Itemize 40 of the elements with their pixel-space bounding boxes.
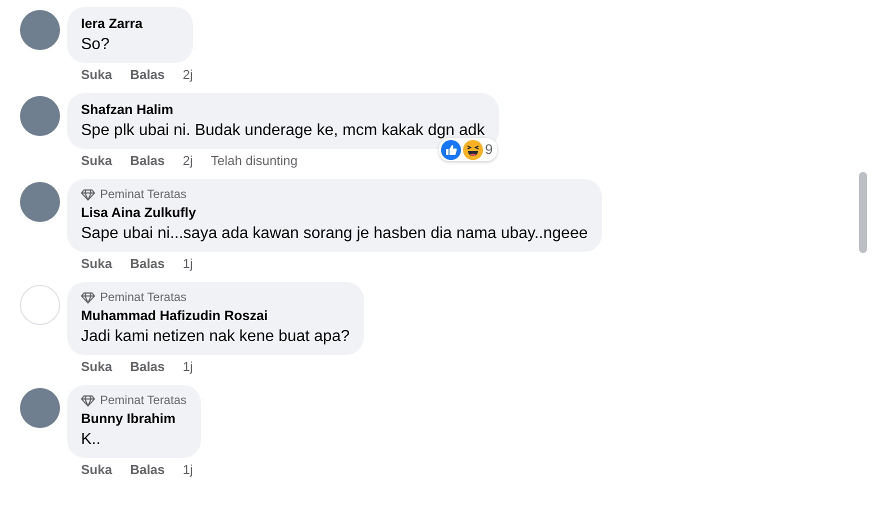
reply-link[interactable]: Balas	[130, 152, 165, 179]
timestamp[interactable]: 1j	[182, 358, 193, 385]
thumbs-up-icon	[441, 140, 461, 160]
like-link[interactable]: Suka	[81, 461, 112, 488]
timestamp[interactable]: 1j	[182, 461, 193, 488]
commenter-name[interactable]: Muhammad Hafizudin Roszai	[81, 307, 350, 325]
scrollbar-thumb[interactable]	[859, 172, 867, 253]
commenter-name[interactable]: Shafzan Halim	[81, 101, 485, 119]
like-link[interactable]: Suka	[81, 152, 112, 179]
commenter-name[interactable]: Lisa Aina Zulkufly	[81, 204, 588, 222]
timestamp[interactable]: 2j	[182, 66, 193, 93]
badge-label: Peminat Teratas	[100, 393, 186, 408]
avatar-photo-placeholder[interactable]	[20, 388, 60, 428]
comment-text: Spe plk ubai ni. Budak underage ke, mcm kakak dgn adk	[81, 121, 485, 141]
laughing-face-icon	[463, 140, 483, 160]
reply-link[interactable]: Balas	[130, 358, 165, 385]
badge-label: Peminat Teratas	[100, 290, 186, 305]
avatar-photo-placeholder[interactable]	[20, 10, 60, 50]
reply-link[interactable]: Balas	[130, 255, 165, 282]
comment-text: Jadi kami netizen nak kene buat apa?	[81, 327, 350, 347]
commenter-name[interactable]: Bunny Ibrahim	[81, 410, 186, 428]
avatar-photo-placeholder[interactable]	[20, 96, 60, 136]
reply-link[interactable]: Balas	[130, 66, 165, 93]
like-link[interactable]: Suka	[81, 255, 112, 282]
like-link[interactable]: Suka	[81, 358, 112, 385]
like-link[interactable]: Suka	[81, 66, 112, 93]
comment-text: Sape ubai ni...saya ada kawan sorang je hasben dia nama ubay..ngeee	[81, 224, 588, 244]
diamond-icon	[81, 188, 95, 200]
timestamp[interactable]: 1j	[182, 255, 193, 282]
badge-label: Peminat Teratas	[100, 187, 186, 202]
diamond-icon	[81, 394, 95, 406]
comment-text: K..	[81, 430, 102, 450]
reaction-summary[interactable]: 9	[439, 138, 497, 161]
timestamp[interactable]: 2j	[182, 152, 193, 179]
edited-label: Telah disunting	[210, 152, 298, 170]
reply-link[interactable]: Balas	[130, 461, 165, 488]
commenter-name[interactable]: Iera Zarra	[81, 15, 179, 33]
diamond-icon	[81, 292, 95, 304]
comment-text: So?	[81, 35, 110, 55]
avatar-photo-placeholder[interactable]	[20, 182, 60, 222]
